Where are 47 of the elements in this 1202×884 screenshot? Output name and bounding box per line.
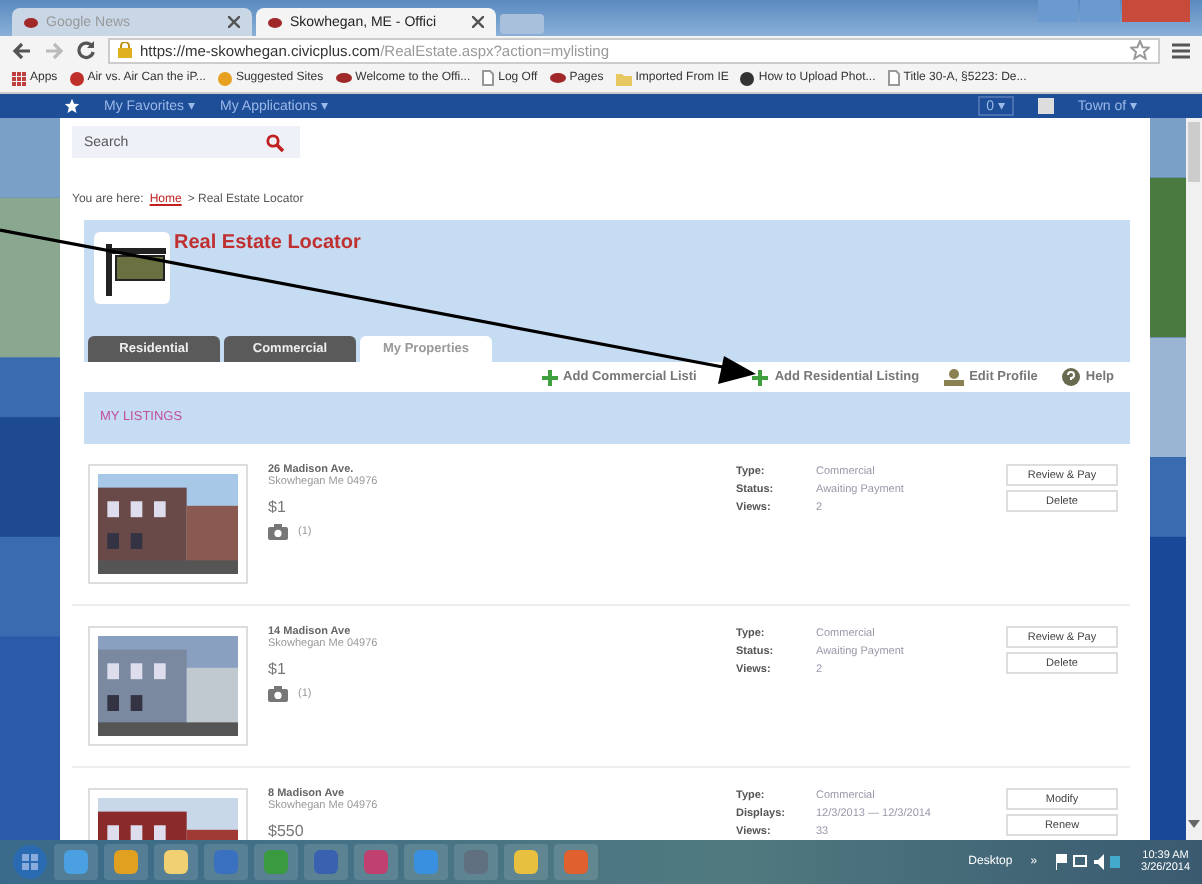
taskbar-app[interactable] xyxy=(54,844,98,880)
person-icon xyxy=(943,368,964,386)
page-icon xyxy=(482,70,495,86)
scrollbar[interactable] xyxy=(1186,118,1202,840)
camera-icon xyxy=(268,524,288,540)
scroll-thumb[interactable] xyxy=(1188,122,1200,182)
taskbar-app[interactable] xyxy=(204,844,248,880)
taskbar-app[interactable] xyxy=(104,844,148,880)
menu-icon[interactable] xyxy=(1172,41,1190,59)
site-icon xyxy=(69,71,84,85)
plus-icon xyxy=(752,369,769,385)
search-icon[interactable] xyxy=(266,133,284,151)
camera-icon xyxy=(268,686,288,702)
site-icon xyxy=(740,71,755,85)
apps-grid-icon xyxy=(12,71,26,85)
forward-icon[interactable] xyxy=(44,41,64,59)
scroll-down-icon[interactable] xyxy=(1188,820,1200,828)
site-icon xyxy=(268,17,282,27)
lock-icon xyxy=(118,42,132,58)
back-icon[interactable] xyxy=(12,41,32,59)
page-icon xyxy=(887,70,900,86)
help-icon xyxy=(1061,368,1080,386)
tray-icons-drawing[interactable] xyxy=(1055,854,1120,870)
listing-price: $1 xyxy=(268,498,288,516)
taskbar-app[interactable] xyxy=(354,844,398,880)
taskbar-app[interactable] xyxy=(404,844,448,880)
taskbar-app[interactable] xyxy=(254,844,298,880)
start-button[interactable] xyxy=(12,844,48,880)
folder-icon xyxy=(615,71,632,85)
plus-icon xyxy=(541,369,558,385)
taskbar-app[interactable] xyxy=(304,844,348,880)
taskbar-app[interactable] xyxy=(504,844,548,880)
avatar-icon xyxy=(1037,98,1054,114)
bookmark-star-icon[interactable] xyxy=(1130,40,1150,60)
listing-price: $1 xyxy=(268,660,288,678)
site-icon xyxy=(549,72,566,84)
module-title: Real Estate Locator xyxy=(174,232,361,258)
star-icon[interactable] xyxy=(64,98,80,114)
listing-price: $550 xyxy=(268,822,306,840)
close-icon[interactable] xyxy=(228,16,240,28)
close-icon[interactable] xyxy=(472,16,484,28)
taskbar-app[interactable] xyxy=(454,844,498,880)
reload-icon[interactable] xyxy=(76,40,96,60)
site-icon xyxy=(24,17,38,27)
taskbar-app[interactable] xyxy=(154,844,198,880)
site-icon xyxy=(217,71,232,85)
site-icon xyxy=(335,72,352,84)
